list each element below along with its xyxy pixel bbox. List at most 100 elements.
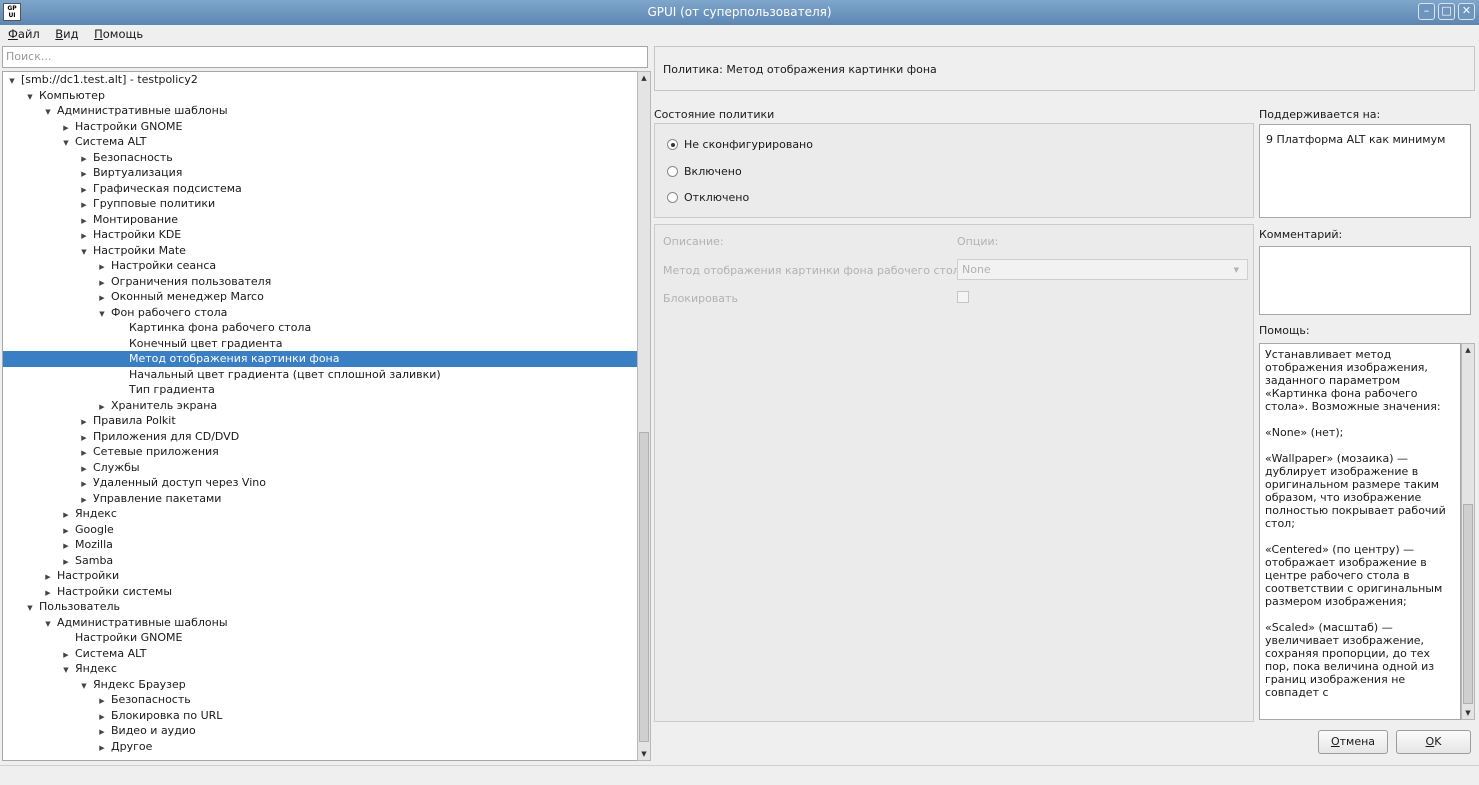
tree-item[interactable]: ▶ Службы (3, 460, 637, 476)
help-text: Устанавливает метод отображения изображе… (1260, 344, 1460, 716)
radio-not-configured[interactable]: Не сконфигурировано (667, 138, 813, 151)
search-input[interactable]: Поиск... (2, 46, 648, 68)
menu-file[interactable]: Файл (4, 25, 44, 43)
tree-item-label: Приложения для CD/DVD (93, 429, 240, 443)
expand-right-icon[interactable]: ▶ (97, 741, 107, 757)
option-value-select[interactable]: None ▼ (957, 259, 1248, 280)
policy-title: Политика: Метод отображения картинки фон… (654, 46, 1475, 91)
tree-item-label: Административные шаблоны (57, 615, 228, 629)
tree-item-label: Mozilla (75, 538, 113, 551)
tree-item[interactable]: ▼ Яндекс Браузер (3, 677, 637, 693)
scroll-down-icon[interactable]: ▼ (638, 748, 650, 760)
tree-item[interactable]: ▶ Групповые политики (3, 196, 637, 212)
tree-item-label: Пользователь (39, 600, 121, 613)
tree-item[interactable]: ▶ Правила Polkit (3, 413, 637, 429)
tree-item[interactable]: ▶ Графическая подсистема (3, 181, 637, 197)
cancel-label: тмена (1339, 735, 1376, 748)
tree-item[interactable]: ▶ Монтирование (3, 212, 637, 228)
scroll-up-icon[interactable]: ▲ (1462, 344, 1474, 356)
tree-item[interactable]: ▶ Mozilla (3, 537, 637, 553)
tree-item[interactable]: Картинка фона рабочего стола (3, 320, 637, 336)
maximize-button[interactable]: □ (1438, 3, 1455, 20)
tree-item-label: Яндекс (75, 507, 117, 520)
tree-item[interactable]: ▶ Приложения для CD/DVD (3, 429, 637, 445)
lock-checkbox[interactable] (957, 291, 969, 303)
tree-item-label: Начальный цвет градиента (цвет сплошной … (129, 367, 441, 381)
tree-item[interactable]: Начальный цвет градиента (цвет сплошной … (3, 367, 637, 383)
tree-item[interactable]: ▶ Сетевые приложения (3, 444, 637, 460)
tree-item[interactable]: ▼ Яндекс (3, 661, 637, 677)
radio-checked-icon[interactable] (667, 139, 678, 150)
tree-item-label: Настройки Mate (93, 243, 186, 257)
option-name-label: Метод отображения картинки фона рабочего… (663, 264, 971, 277)
tree-item-label: Службы (93, 460, 140, 474)
tree-item[interactable]: ▶ Видео и аудио (3, 723, 637, 739)
tree-item[interactable]: ▶ Настройки сеанса (3, 258, 637, 274)
scroll-down-icon[interactable]: ▼ (1462, 707, 1474, 719)
help-scrollbar[interactable]: ▲ ▼ (1461, 343, 1475, 720)
tree-scrollbar[interactable]: ▲ ▼ (637, 71, 651, 761)
tree-item[interactable]: ▼ Фон рабочего стола (3, 305, 637, 321)
tree-item[interactable]: ▼ Настройки Mate (3, 243, 637, 259)
help-label: Помощь: (1259, 324, 1310, 337)
menu-bar: Файл Вид Помощь (0, 25, 1479, 44)
tree-item-label: Настройки GNOME (75, 631, 183, 644)
radio-unchecked-icon[interactable] (667, 192, 678, 203)
tree-item-label: Другое (111, 739, 153, 753)
tree-item[interactable]: ▶ Samba (3, 553, 637, 569)
tree-item[interactable]: ▼ Административные шаблоны (3, 103, 637, 119)
window-title: GPUI (от суперпользователя) (647, 5, 832, 19)
tree-item[interactable]: ▶ Управление пакетами (3, 491, 637, 507)
tree-item[interactable]: ▼ [smb://dc1.test.alt] - testpolicy2 (3, 72, 637, 88)
tree-item[interactable]: ▶ Хранитель экрана (3, 398, 637, 414)
tree-item-label: Удаленный доступ через Vino (93, 476, 266, 489)
tree-item-label: Правила Polkit (93, 414, 176, 427)
tree-item[interactable]: ▼ Пользователь (3, 599, 637, 615)
tree-item[interactable]: ▶ Настройки (3, 568, 637, 584)
tree-item-label: Картинка фона рабочего стола (129, 321, 312, 334)
tree-item[interactable]: ▶ Виртуализация (3, 165, 637, 181)
ok-mnemonic: O (1425, 735, 1435, 748)
tree-item[interactable]: ▶ Google (3, 522, 637, 538)
tree-item[interactable]: ▶ Оконный менеджер Marco (3, 289, 637, 305)
tree-scroll-thumb[interactable] (639, 432, 649, 742)
menu-help[interactable]: Помощь (90, 25, 147, 43)
ok-button[interactable]: OK (1396, 730, 1471, 754)
scroll-up-icon[interactable]: ▲ (638, 72, 650, 84)
close-button[interactable]: ✕ (1458, 3, 1475, 20)
tree-item[interactable]: ▶ Безопасность (3, 150, 637, 166)
cancel-button[interactable]: Отмена (1318, 730, 1388, 754)
tree-item[interactable]: Тип градиента (3, 382, 637, 398)
tree-item[interactable]: Настройки GNOME (3, 630, 637, 646)
tree-item[interactable]: ▶ Другое (3, 739, 637, 755)
tree-item[interactable]: ▶ Настройки системы (3, 584, 637, 600)
tree-item[interactable]: ▼ Система ALT (3, 134, 637, 150)
tree-item[interactable]: ▶ Настройки KDE (3, 227, 637, 243)
supported-label: Поддерживается на: (1259, 108, 1381, 121)
help-scroll-thumb[interactable] (1463, 504, 1473, 704)
tree-item[interactable]: ▼ Компьютер (3, 88, 637, 104)
tree-item-label: Система ALT (75, 646, 147, 660)
tree-item[interactable]: ▼ Административные шаблоны (3, 615, 637, 631)
comment-field[interactable] (1259, 246, 1471, 315)
tree-item[interactable]: ▶ Ограничения пользователя (3, 274, 637, 290)
tree-item[interactable]: Конечный цвет градиента (3, 336, 637, 352)
radio-enabled[interactable]: Включено (667, 165, 742, 178)
radio-disabled[interactable]: Отключено (667, 191, 749, 204)
tree-item-label: Конечный цвет градиента (129, 336, 283, 350)
tree-item[interactable]: ▶ Блокировка по URL (3, 708, 637, 724)
tree-item[interactable]: ▶ Удаленный доступ через Vino (3, 475, 637, 491)
tree-item[interactable]: Метод отображения картинки фона (3, 351, 637, 367)
tree-item[interactable]: ▶ Безопасность (3, 692, 637, 708)
tree-item-label: Групповые политики (93, 197, 216, 210)
radio-unchecked-icon[interactable] (667, 166, 678, 177)
minimize-button[interactable]: – (1418, 3, 1435, 20)
menu-help-label: омощь (102, 27, 144, 41)
tree-item-label: Административные шаблоны (57, 104, 228, 117)
tree-item[interactable]: ▶ Яндекс (3, 506, 637, 522)
lock-label: Блокировать (663, 292, 738, 305)
menu-view[interactable]: Вид (51, 25, 82, 43)
tree-item[interactable]: ▶ Настройки GNOME (3, 119, 637, 135)
tree-item[interactable]: ▶ Система ALT (3, 646, 637, 662)
policy-tree[interactable]: ▼ [smb://dc1.test.alt] - testpolicy2 ▼ Комп… (2, 71, 638, 761)
